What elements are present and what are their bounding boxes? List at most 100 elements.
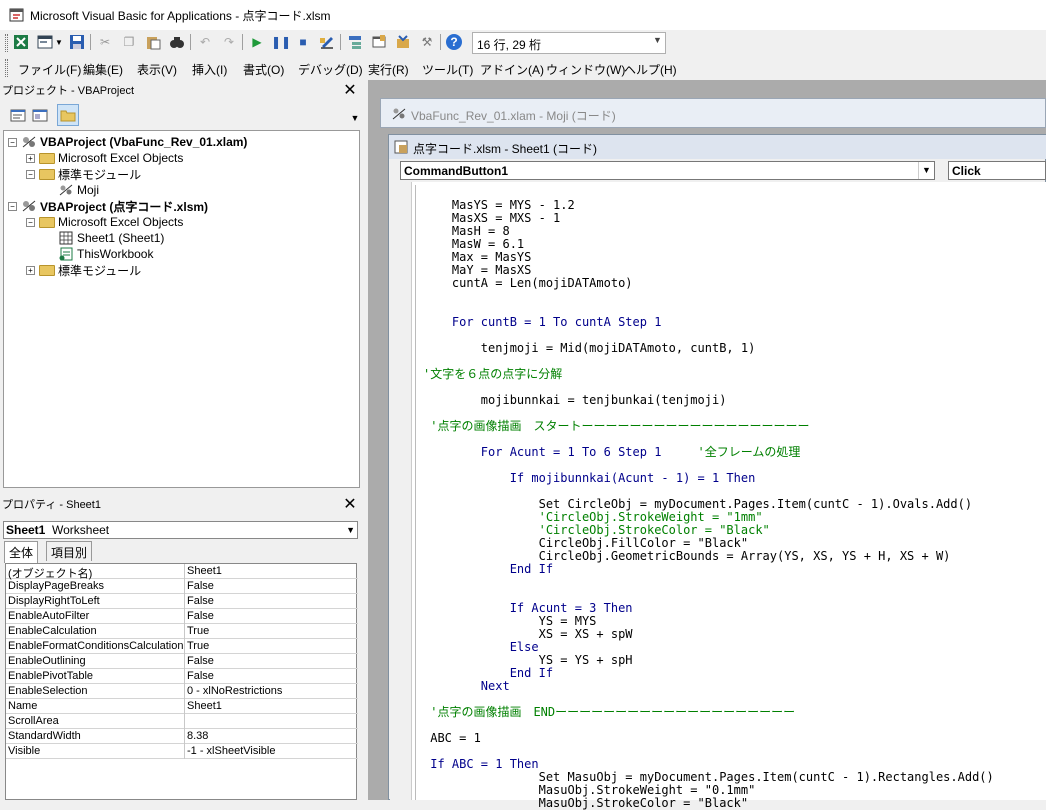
property-row[interactable]: EnableCalculation True [6,624,358,639]
property-row[interactable]: EnableOutlining False [6,654,358,669]
menu-format[interactable]: 書式(O) [243,61,284,78]
insert-dropdown-icon[interactable]: ▼ [54,33,64,51]
expand-icon[interactable]: + [26,265,35,275]
property-value[interactable]: True [187,625,209,637]
code-line[interactable]: tenjmoji = Mid(mojiDATAmoto, cuntB, 1) [423,342,756,355]
property-value[interactable]: 8.38 [187,730,208,742]
property-row[interactable]: EnableAutoFilter False [6,609,358,624]
copy-icon[interactable]: ❐ [120,33,138,51]
tree-node-moji[interactable]: Moji [58,182,99,198]
code-line[interactable]: '点字の画像描画 ENDーーーーーーーーーーーーーーーーーーーー [423,706,795,719]
toolbox-icon[interactable]: ⚒ [418,33,436,51]
menu-file[interactable]: ファイル(F) [18,61,81,78]
object-select[interactable]: Sheet1 Worksheet ▼ [3,521,358,539]
tree-node-project-tenji[interactable]: − VBAProject (点字コード.xlsm) [8,198,208,214]
property-value[interactable]: False [187,580,214,592]
property-row[interactable]: DisplayRightToLeft False [6,594,358,609]
toolbar-grip[interactable] [5,34,8,52]
code-line[interactable]: End If [423,563,553,576]
menu-addins[interactable]: アドイン(A) [480,61,544,78]
menu-view[interactable]: 表示(V) [137,61,177,78]
code-line[interactable]: MasuObj.StrokeColor = "Black" [423,797,749,810]
menu-insert[interactable]: 挿入(I) [192,61,227,78]
property-row[interactable]: (オブジェクト名) Sheet1 [6,564,358,580]
chevron-down-icon[interactable]: ▼ [346,525,355,535]
tab-categorized[interactable]: 項目別 [46,541,93,561]
reset-icon[interactable]: ■ [294,33,312,51]
tree-node-excel-objects-2[interactable]: − Microsoft Excel Objects [26,214,183,230]
property-row[interactable]: StandardWidth 8.38 [6,729,358,744]
menu-window[interactable]: ウィンドウ(W) [546,61,625,78]
menu-debug[interactable]: デバッグ(D) [298,61,363,78]
property-value[interactable]: False [187,610,214,622]
menubar-grip[interactable] [5,59,8,77]
code-line[interactable]: '点字の画像描画 スタートーーーーーーーーーーーーーーーーーーー [423,420,809,433]
code-line[interactable]: '文字を６点の点字に分解 [423,368,562,381]
object-combo[interactable]: CommandButton1 ▼ [400,161,935,180]
tree-node-standard-modules[interactable]: − 標準モジュール [26,166,141,182]
property-row[interactable]: DisplayPageBreaks False [6,579,358,594]
close-icon[interactable]: ✕ [341,495,359,513]
chevron-down-icon[interactable]: ▼ [918,162,934,179]
insert-userform-icon[interactable] [36,33,54,51]
view-excel-icon[interactable] [12,33,30,51]
property-value[interactable]: False [187,595,214,607]
code-line[interactable]: If mojibunnkai(Acunt - 1) = 1 Then [423,472,756,485]
object-browser-icon[interactable] [394,33,412,51]
expand-icon[interactable]: + [26,153,35,163]
code-line[interactable]: ABC = 1 [423,732,481,745]
property-value[interactable]: 0 - xlNoRestrictions [187,685,282,697]
property-row[interactable]: EnableFormatConditionsCalculation True [6,639,358,654]
run-icon[interactable]: ▶ [248,33,266,51]
collapse-icon[interactable]: − [26,169,35,179]
property-row[interactable]: EnablePivotTable False [6,669,358,684]
code-line[interactable]: mojibunnkai = tenjbunkai(tenjmoji) [423,394,727,407]
close-icon[interactable]: ✕ [341,81,359,99]
code-line[interactable]: Next [423,680,510,693]
tree-node-excel-objects[interactable]: + Microsoft Excel Objects [26,150,183,166]
redo-icon[interactable]: ↷ [220,33,238,51]
property-value[interactable]: -1 - xlSheetVisible [187,745,275,757]
code-margin[interactable] [390,182,412,800]
property-row[interactable]: Visible -1 - xlSheetVisible [6,744,358,759]
menu-edit[interactable]: 編集(E) [83,61,123,78]
menu-help[interactable]: ヘルプ(H) [624,61,677,78]
tree-node-standard-modules-2[interactable]: + 標準モジュール [26,262,141,278]
menu-run[interactable]: 実行(R) [368,61,409,78]
cut-icon[interactable]: ✂ [96,33,114,51]
property-row[interactable]: EnableSelection 0 - xlNoRestrictions [6,684,358,699]
code-line[interactable]: For Acunt = 1 To 6 Step 1 '全フレームの処理 [423,446,801,459]
code-window-titlebar[interactable]: 点字コード.xlsm - Sheet1 (コード) [389,135,1046,159]
view-code-icon[interactable] [9,106,27,124]
collapse-icon[interactable]: − [26,217,35,227]
undo-icon[interactable]: ↶ [196,33,214,51]
tree-node-project-vbafunc[interactable]: − VBAProject (VbaFunc_Rev_01.xlam) [8,134,247,150]
tree-node-thisworkbook[interactable]: ThisWorkbook [58,246,153,262]
find-icon[interactable] [168,33,186,51]
collapse-icon[interactable]: − [8,201,17,211]
property-value[interactable]: True [187,640,209,652]
project-explorer-icon[interactable] [346,33,364,51]
property-value[interactable]: False [187,655,214,667]
toggle-folders-icon[interactable] [57,104,79,126]
property-value[interactable]: Sheet1 [187,700,222,712]
property-row[interactable]: ScrollArea [6,714,358,729]
properties-window-icon[interactable] [370,33,388,51]
property-value[interactable]: Sheet1 [187,565,222,577]
code-line[interactable]: cuntA = Len(mojiDATAmoto) [423,277,633,290]
panel-scroll-icon[interactable]: ▼ [350,108,360,128]
break-icon[interactable]: ❚❚ [271,33,291,51]
property-row[interactable]: Name Sheet1 [6,699,358,714]
design-mode-icon[interactable] [318,33,336,51]
code-window-moji[interactable]: VbaFunc_Rev_01.xlam - Moji (コード) [380,98,1046,128]
toolbar-options-icon[interactable]: ▼ [653,35,663,45]
paste-icon[interactable] [144,33,162,51]
procedure-combo[interactable]: Click [948,161,1046,180]
tab-alphabetic[interactable]: 全体 [4,541,39,563]
menu-tools[interactable]: ツール(T) [422,61,473,78]
save-icon[interactable] [68,33,86,51]
help-icon[interactable]: ? [445,33,463,51]
property-value[interactable]: False [187,670,214,682]
tree-node-sheet1[interactable]: Sheet1 (Sheet1) [58,230,164,246]
view-object-icon[interactable] [31,106,49,124]
